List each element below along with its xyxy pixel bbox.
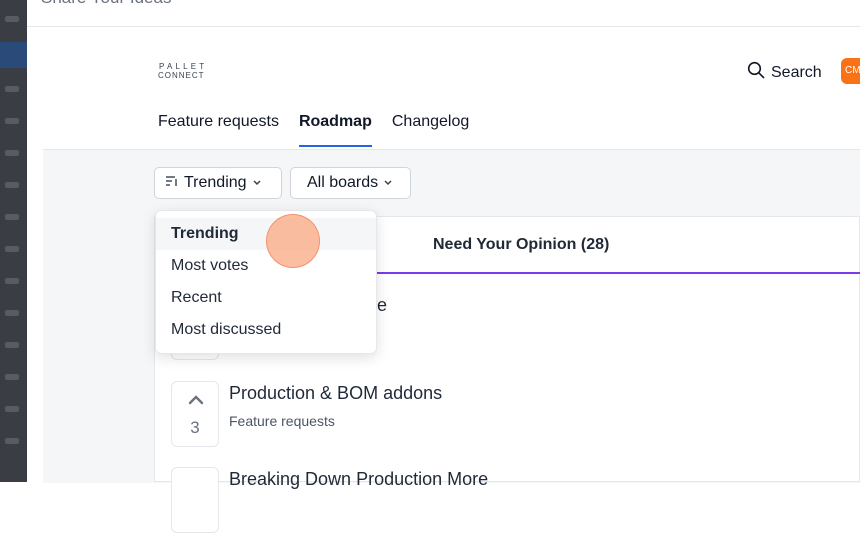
tab-roadmap[interactable]: Roadmap	[298, 113, 372, 147]
user-avatar[interactable]: CM	[841, 58, 860, 84]
brand-logo[interactable]: PALLET CONNECT	[158, 61, 222, 81]
board-filter-button[interactable]: All boards	[290, 167, 411, 199]
search-icon	[747, 61, 765, 84]
sidebar-item[interactable]	[5, 118, 19, 124]
click-indicator	[266, 214, 320, 268]
search-label: Search	[771, 63, 822, 81]
sidebar-item[interactable]	[5, 406, 19, 412]
post-title[interactable]: Breaking Down Production More	[229, 469, 488, 490]
portal-nav: Feature requests Roadmap Changelog	[158, 113, 469, 147]
logo-line1: PALLET	[159, 62, 207, 71]
roadmap-column-header[interactable]: Need Your Opinion (28)	[377, 216, 860, 274]
vote-count: 3	[190, 418, 200, 437]
post-title[interactable]: e	[377, 295, 387, 316]
window-header: Share Your Ideas	[27, 0, 860, 27]
upvote-chevron-icon	[187, 392, 205, 410]
window-title: Share Your Ideas	[41, 0, 171, 8]
sidebar-item[interactable]	[5, 342, 19, 348]
sidebar-item[interactable]	[5, 182, 19, 188]
sidebar-item-active[interactable]	[0, 42, 27, 68]
sidebar-item[interactable]	[5, 374, 19, 380]
tab-feature-requests[interactable]: Feature requests	[158, 113, 279, 147]
sidebar-item[interactable]	[5, 86, 19, 92]
sidebar-item[interactable]	[5, 214, 19, 220]
post-board: Feature requests	[229, 413, 335, 429]
sort-dropdown-menu: Trending Most votes Recent Most discusse…	[155, 210, 377, 354]
post-title[interactable]: Production & BOM addons	[229, 383, 442, 404]
logo-line2: CONNECT	[158, 71, 205, 80]
vote-button[interactable]	[171, 467, 219, 533]
sidebar-item[interactable]	[5, 278, 19, 284]
sidebar-item[interactable]	[5, 246, 19, 252]
sidebar-item[interactable]	[5, 438, 19, 444]
chevron-down-icon	[383, 174, 393, 192]
vote-button[interactable]: 3	[171, 381, 219, 447]
sidebar-item[interactable]	[5, 150, 19, 156]
sort-label: Trending	[184, 174, 247, 191]
sidebar-item[interactable]	[5, 16, 19, 22]
portal-header: PALLET CONNECT Search CM Feature request…	[43, 27, 860, 149]
board-filter-label: All boards	[307, 174, 379, 191]
sort-dropdown-button[interactable]: Trending	[154, 167, 282, 199]
chevron-down-icon	[252, 174, 262, 192]
sidebar-item[interactable]	[5, 310, 19, 316]
column-title: Need Your Opinion (28)	[433, 236, 610, 253]
tab-changelog[interactable]: Changelog	[392, 113, 469, 147]
sort-option-recent[interactable]: Recent	[156, 282, 376, 314]
sort-option-most-discussed[interactable]: Most discussed	[156, 314, 376, 346]
sort-icon	[165, 174, 179, 192]
sort-option-most-votes[interactable]: Most votes	[156, 250, 376, 282]
app-sidebar-strip	[0, 0, 27, 482]
search-button[interactable]: Search	[747, 61, 822, 84]
